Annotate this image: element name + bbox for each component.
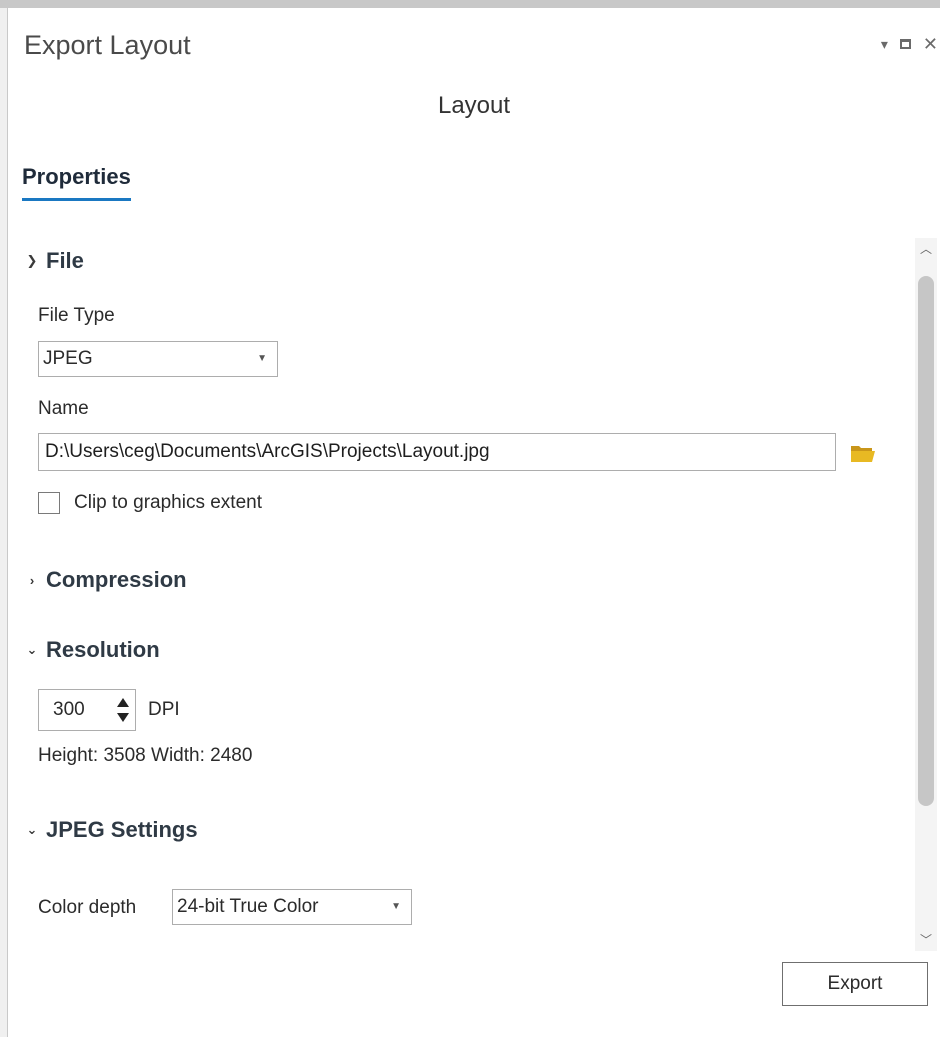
file-type-select[interactable]: JPEG ▼ [38,341,278,377]
color-depth-select[interactable]: 24-bit True Color ▼ [172,889,412,925]
clip-to-graphics-label: Clip to graphics extent [74,492,262,513]
pane-title: Export Layout [24,30,191,60]
layout-name: Layout [437,92,511,119]
dropdown-icon[interactable]: ▾ [881,34,888,54]
file-name-input[interactable]: D:\Users\ceg\Documents\ArcGIS\Projects\L… [38,433,836,471]
section-title-file: File [46,248,84,273]
chevron-right-icon: › [29,572,35,588]
file-type-value: JPEG [43,348,93,369]
window-left-border [0,8,8,1037]
dpi-unit-label: DPI [148,699,180,720]
dpi-value: 300 [53,699,85,720]
window-top-border [0,0,940,8]
spinner-down-icon[interactable] [117,713,129,722]
spinner-arrows-icon[interactable] [117,697,129,723]
name-label: Name [38,398,89,419]
tab-properties[interactable]: Properties [22,164,131,201]
title-controls: ▾ ✕ [881,34,938,54]
close-icon[interactable]: ✕ [923,34,938,54]
export-layout-pane: Export Layout ▾ ✕ Layout Properties ❯ Fi… [8,8,940,1037]
color-depth-label: Color depth [38,897,137,918]
dpi-spinner[interactable]: 300 [38,689,136,731]
folder-icon[interactable] [850,443,876,463]
export-button[interactable]: Export [782,962,928,1006]
vertical-scrollbar[interactable]: ︿ ﹀ [915,238,937,951]
clip-to-graphics-checkbox[interactable] [38,492,60,514]
scroll-up-icon[interactable]: ︿ [915,238,937,260]
maximize-icon[interactable] [899,39,911,49]
section-title-jpeg-settings: JPEG Settings [46,817,198,842]
chevron-down-icon: ❯ [26,253,38,268]
section-header-resolution[interactable]: ⌄ Resolution [26,637,160,663]
section-header-file[interactable]: ❯ File [26,248,84,274]
chevron-down-icon: ⌄ [26,642,38,657]
chevron-down-icon: ▼ [391,901,401,912]
properties-scroll-area: ❯ File File Type JPEG ▼ Name D:\Users\ce… [8,233,940,951]
chevron-down-icon: ▼ [257,353,267,364]
scroll-down-icon[interactable]: ﹀ [915,929,937,951]
dimensions-text: Height: 3508 Width: 2480 [38,745,253,766]
section-title-resolution: Resolution [46,637,160,662]
spinner-up-icon[interactable] [117,698,129,707]
section-title-compression: Compression [46,567,187,592]
chevron-down-icon: ⌄ [26,822,38,837]
section-header-jpeg-settings[interactable]: ⌄ JPEG Settings [26,817,198,843]
file-type-label: File Type [38,305,115,326]
scrollbar-thumb[interactable] [918,276,934,806]
section-header-compression[interactable]: › Compression [26,567,187,593]
color-depth-value: 24-bit True Color [177,896,319,917]
